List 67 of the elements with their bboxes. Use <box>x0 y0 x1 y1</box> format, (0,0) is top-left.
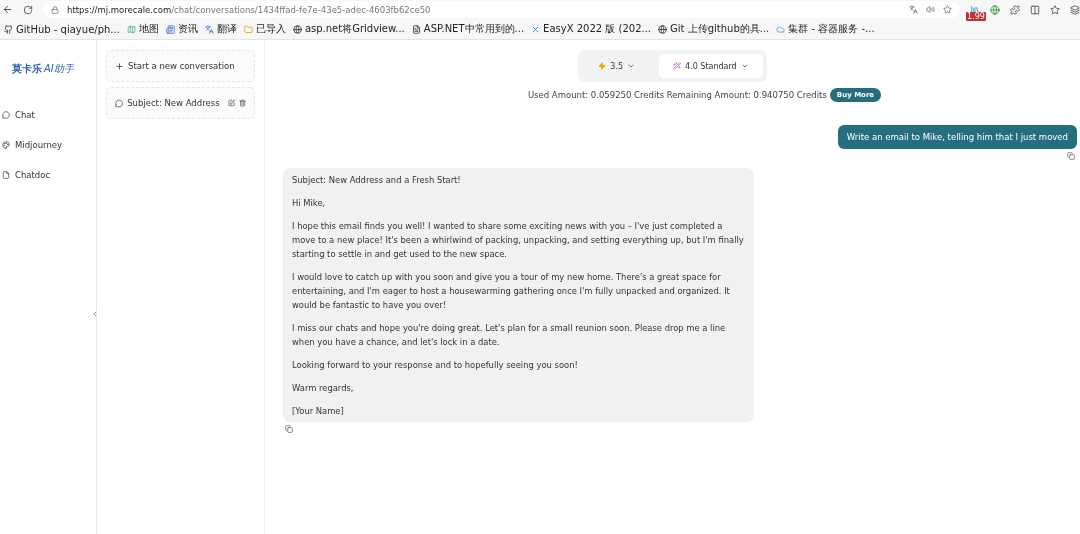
bookmark[interactable]: 地图 <box>126 22 159 36</box>
bookmark[interactable]: ASP.NET中常用到的... <box>411 22 525 36</box>
model-tab[interactable]: 4.0 Standard <box>659 54 763 78</box>
extensions-icon[interactable] <box>1010 4 1020 15</box>
cloud-icon <box>776 24 786 34</box>
chat-icon <box>2 111 10 119</box>
message-paragraph: Subject: New Address and a Fresh Start! <box>292 174 462 187</box>
bookmark[interactable]: Git 上传github的具... <box>658 22 770 36</box>
message-paragraph: Looking forward to your response and to hopefully seeing you soon! <box>292 359 579 372</box>
url-text: https://mj.morecale.com/chat/conversations/1434ffad-fe7e-43e5-adec-4603fb62ce50 <box>67 4 431 15</box>
github-icon <box>4 24 13 34</box>
copy-icon[interactable] <box>285 425 293 433</box>
collections-icon[interactable] <box>1070 4 1080 15</box>
back-icon[interactable] <box>2 4 13 15</box>
message-paragraph: I would love to catch up with you soon and give you a tour of my new home. There's a great space for entertaining, and I'm eager to host a housewarming gathering once I'm fully unpacked and organized. It would be fantastic to have you over! <box>292 271 731 312</box>
address-bar[interactable]: https://mj.morecale.com/chat/conversations/1434ffad-fe7e-43e5-adec-4603fb62ce50 <box>43 1 960 18</box>
refresh-icon[interactable] <box>23 4 33 15</box>
message-paragraph: I hope this email finds you well! I wanted to share some exciting news with you – I've just completed a move to a new place! It's been a whirlwind of packing, unpacking, and setting everything up, but I'm finally starting to settle in and get used to the new space. <box>292 220 745 261</box>
bookmark[interactable]: 已导入 <box>243 22 286 36</box>
logo-tagline: AI助手 <box>44 62 74 76</box>
bookmark[interactable]: EasyX 2022 版 (202... <box>531 22 652 36</box>
x-icon <box>531 24 541 34</box>
globe-icon <box>658 24 668 34</box>
message-paragraph: [Your Name] <box>292 405 345 418</box>
conversation-item[interactable]: Subject: New Address <box>106 87 255 119</box>
model-tab[interactable]: 3.5 <box>582 54 652 78</box>
nav-item[interactable]: Chat <box>0 104 96 126</box>
chevron-down-icon <box>627 62 636 70</box>
chat-icon <box>115 98 124 108</box>
bookmark[interactable]: asp.net将Gridview... <box>292 22 405 36</box>
collapse-icon[interactable] <box>91 310 99 318</box>
favorite-icon[interactable] <box>943 5 952 14</box>
chevron-down-icon <box>740 62 749 70</box>
nav-item[interactable]: Midjourney <box>0 134 96 156</box>
nav-item[interactable]: Chatdoc <box>0 164 96 186</box>
document-icon <box>2 171 10 179</box>
translate-icon[interactable] <box>909 5 918 14</box>
lock-icon <box>51 5 59 14</box>
globe-icon <box>292 24 302 34</box>
magic-wand-icon <box>673 62 682 70</box>
extension-badge: 1.99 <box>966 11 986 21</box>
bookmark[interactable]: GitHub - qiayue/ph... <box>4 23 120 35</box>
copy-icon[interactable] <box>1067 152 1075 160</box>
translate-icon <box>204 24 214 34</box>
bookmark[interactable]: 资讯 <box>165 22 198 36</box>
favorites-icon[interactable] <box>1050 4 1060 15</box>
message-paragraph: Hi Mike, <box>292 197 327 210</box>
plus-icon <box>115 61 124 71</box>
edit-icon[interactable] <box>227 99 235 107</box>
folder-icon <box>243 24 253 34</box>
news-icon <box>165 24 175 34</box>
bookmark[interactable]: 集群 - 容器服务 -... <box>776 22 875 36</box>
new-conversation-button[interactable]: Start a new conversation <box>106 50 255 82</box>
palette-icon <box>2 141 10 149</box>
trash-icon[interactable] <box>238 99 246 107</box>
message-paragraph: I miss our chats and hope you're doing great. Let's plan for a small reunion soon. Please drop me a line when you have a chance, and let's lock in a date. <box>292 322 727 349</box>
lightning-icon <box>598 62 607 70</box>
read-aloud-icon[interactable] <box>926 5 935 14</box>
bookmark[interactable]: 翻译 <box>204 22 237 36</box>
logo-text: 莫卡乐 <box>12 62 42 76</box>
page-icon <box>411 24 421 34</box>
usage-text: Used Amount: 0.059250 Credits Remaining Amount: 0.940750 Credits <box>527 90 827 100</box>
message-paragraph: Warm regards, <box>292 382 355 395</box>
split-screen-icon[interactable] <box>1030 4 1040 15</box>
user-message: Write an email to Mike, telling him that I just moved <box>837 125 1077 149</box>
globe-icon[interactable] <box>990 4 1000 15</box>
map-icon <box>126 24 136 34</box>
